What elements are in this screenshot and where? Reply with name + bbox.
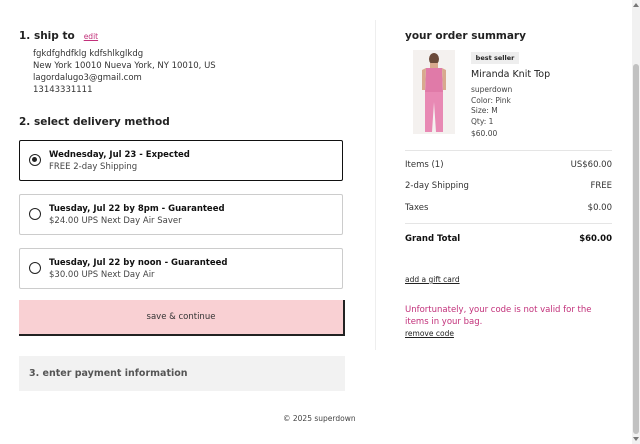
summary-row-value: FREE xyxy=(590,181,612,191)
delivery-option-title: Tuesday, Jul 22 by 8pm - Guaranteed xyxy=(49,204,225,214)
scroll-down-icon[interactable] xyxy=(633,437,639,441)
delivery-option-title: Tuesday, Jul 22 by noon - Guaranteed xyxy=(49,258,228,268)
product-name[interactable]: Miranda Knit Top xyxy=(471,69,550,80)
radio-unselected[interactable] xyxy=(29,262,41,274)
save-continue-button[interactable]: save & continue xyxy=(19,300,345,336)
footer-copyright: © 2025 superdown xyxy=(283,414,356,423)
radio-dot xyxy=(32,157,37,162)
payment-section-header[interactable]: 3. enter payment information xyxy=(19,356,345,391)
add-gift-card-link[interactable]: add a gift card xyxy=(405,275,460,284)
address-name: fgkdfghdfklg kdfshlkglkdg xyxy=(33,49,144,59)
ship-to-header: 1. ship to edit xyxy=(19,30,98,42)
address-city: New York 10010 Nueva York, NY 10010, US xyxy=(33,61,216,71)
summary-row-value: $0.00 xyxy=(587,203,612,213)
delivery-option-detail: $24.00 UPS Next Day Air Saver xyxy=(49,216,182,226)
radio-unselected[interactable] xyxy=(29,208,41,220)
order-summary-title: your order summary xyxy=(405,30,526,42)
product-size: Size: M xyxy=(471,106,498,115)
column-divider xyxy=(375,20,376,350)
delivery-option-next-day-air[interactable]: Tuesday, Jul 22 by noon - Guaranteed $30… xyxy=(19,248,343,289)
best-seller-badge: best seller xyxy=(471,52,519,64)
delivery-option-2day[interactable]: Wednesday, Jul 23 - Expected FREE 2-day … xyxy=(19,140,343,181)
summary-row-value: US$60.00 xyxy=(570,160,612,170)
product-details: superdown Color: Pink Size: M Qty: 1 xyxy=(471,85,512,127)
summary-row-label: Taxes xyxy=(405,203,429,213)
grand-total-label: Grand Total xyxy=(405,234,461,244)
grand-total-row: Grand Total $60.00 xyxy=(405,234,612,244)
summary-divider xyxy=(405,223,612,224)
product-qty: Qty: 1 xyxy=(471,116,494,126)
remove-code-link[interactable]: remove code xyxy=(405,329,454,338)
delivery-option-detail: $30.00 UPS Next Day Air xyxy=(49,270,155,280)
summary-row-items: Items (1) US$60.00 xyxy=(405,160,612,170)
shipping-address: fgkdfghdfklg kdfshlkglkdg New York 10010… xyxy=(33,48,216,96)
summary-row-shipping: 2-day Shipping FREE xyxy=(405,181,612,191)
product-brand: superdown xyxy=(471,85,513,94)
product-price: $60.00 xyxy=(471,129,498,138)
summary-row-label: Items (1) xyxy=(405,160,444,170)
grand-total-value: $60.00 xyxy=(579,234,612,244)
scrollbar-thumb[interactable] xyxy=(633,64,639,434)
delivery-option-next-day-saver[interactable]: Tuesday, Jul 22 by 8pm - Guaranteed $24.… xyxy=(19,194,343,235)
product-image xyxy=(413,50,455,134)
edit-address-link[interactable]: edit xyxy=(84,32,98,41)
address-email: lagordalugo3@gmail.com xyxy=(33,73,142,83)
page-scrollbar[interactable] xyxy=(632,0,640,444)
summary-divider xyxy=(405,150,612,151)
delivery-option-detail: FREE 2-day Shipping xyxy=(49,162,138,172)
scroll-up-icon[interactable] xyxy=(633,3,639,7)
promo-error-message: Unfortunately, your code is not valid fo… xyxy=(405,305,592,327)
address-phone: 13143331111 xyxy=(33,85,93,95)
product-color: Color: Pink xyxy=(471,95,511,105)
radio-selected[interactable] xyxy=(29,154,41,166)
ship-to-heading: 1. ship to xyxy=(19,30,75,42)
summary-row-label: 2-day Shipping xyxy=(405,181,469,191)
summary-row-taxes: Taxes $0.00 xyxy=(405,203,612,213)
delivery-option-title: Wednesday, Jul 23 - Expected xyxy=(49,150,190,160)
delivery-method-heading: 2. select delivery method xyxy=(19,116,170,128)
